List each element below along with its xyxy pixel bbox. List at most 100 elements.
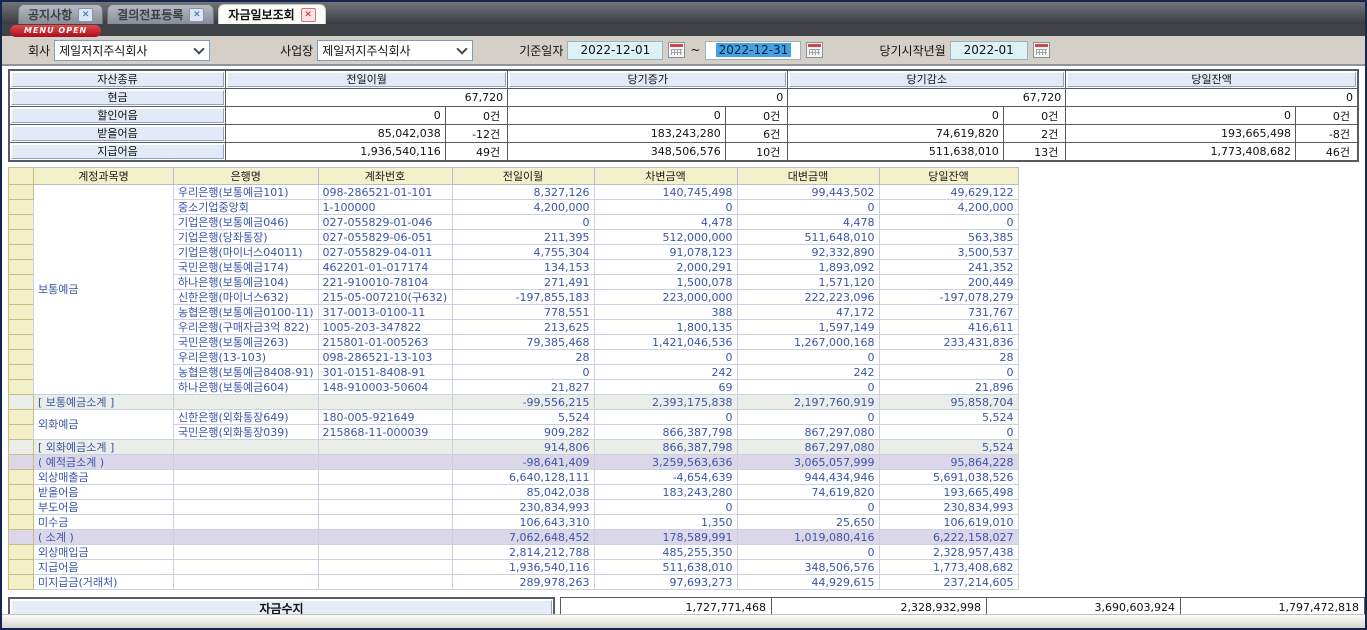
amount-cell: 0 xyxy=(594,200,737,215)
row-selector-cell[interactable] xyxy=(9,245,34,260)
amount-cell: 5,524 xyxy=(879,440,1018,455)
summary-count-cell: -12건 xyxy=(445,125,507,143)
amount-cell: 4,478 xyxy=(737,215,879,230)
amount-cell: 74,619,820 xyxy=(737,485,879,500)
detail-header: 전일이월 xyxy=(452,168,594,185)
tab-결의전표등록[interactable]: 결의전표등록✕ xyxy=(107,4,214,24)
row-selector-cell[interactable] xyxy=(9,395,34,410)
row-selector-cell[interactable] xyxy=(9,485,34,500)
row-selector-cell[interactable] xyxy=(9,410,34,425)
bank-name-cell: 농협은행(보통예금0100-11) xyxy=(174,305,319,320)
summary-amount-cell: 0 xyxy=(508,89,788,107)
detail-section: 계정과목명은행명계좌번호전일이월차변금액대변금액당일잔액보통예금우리은행(보통예… xyxy=(8,167,1365,590)
row-selector-cell[interactable] xyxy=(9,380,34,395)
bank-name-cell: 농협은행(보통예금8408-91) xyxy=(174,365,319,380)
row-selector-cell[interactable] xyxy=(9,215,34,230)
account-number-cell: 301-0151-8408-91 xyxy=(318,365,452,380)
amount-cell: 4,200,000 xyxy=(452,200,594,215)
bank-name-cell: 우리은행(13-103) xyxy=(174,350,319,365)
row-selector-cell[interactable] xyxy=(9,230,34,245)
row-selector-cell[interactable] xyxy=(9,365,34,380)
amount-cell: 241,352 xyxy=(879,260,1018,275)
account-number-cell: 221-910010-78104 xyxy=(318,275,452,290)
row-selector-cell[interactable] xyxy=(9,455,34,470)
empty-cell xyxy=(318,470,452,485)
account-number-cell: 027-055829-06-051 xyxy=(318,230,452,245)
bank-name-cell: 우리은행(구매자금3억 822) xyxy=(174,320,319,335)
tab-close-icon[interactable]: ✕ xyxy=(189,8,204,22)
calendar-icon[interactable] xyxy=(806,42,823,58)
summary-row-label: 현금 xyxy=(9,89,226,107)
row-selector-cell[interactable] xyxy=(9,545,34,560)
row-selector-cell[interactable] xyxy=(9,260,34,275)
date-to-input[interactable]: 2022-12-31 xyxy=(705,41,801,60)
chevron-down-icon xyxy=(457,43,468,54)
tab-close-icon[interactable]: ✕ xyxy=(78,8,93,22)
tab-label: 자금일보조회 xyxy=(228,6,294,23)
row-selector-cell[interactable] xyxy=(9,575,34,590)
empty-cell xyxy=(318,575,452,590)
date-from-input[interactable]: 2022-12-01 xyxy=(567,41,663,60)
row-selector-header xyxy=(9,168,34,185)
summary-header: 당일잔액 xyxy=(1066,70,1358,89)
account-number-cell: 1005-203-347822 xyxy=(318,320,452,335)
amount-cell: 1,350 xyxy=(594,515,737,530)
company-select[interactable]: 제일저지주식회사 xyxy=(54,40,210,61)
amount-cell: 69 xyxy=(594,380,737,395)
amount-cell: 211,395 xyxy=(452,230,594,245)
row-selector-cell[interactable] xyxy=(9,560,34,575)
row-selector-cell[interactable] xyxy=(9,320,34,335)
menu-open-button[interactable]: MENU OPEN xyxy=(10,25,101,37)
summary-header: 자산종류 xyxy=(9,70,226,89)
row-selector-cell[interactable] xyxy=(9,335,34,350)
table-row: [ 외화예금소계 ]914,806866,387,798867,297,0805… xyxy=(9,440,1019,455)
bank-name-cell: 우리은행(보통예금101) xyxy=(174,185,319,200)
row-label-cell: 지급어음 xyxy=(34,560,174,575)
calendar-icon[interactable] xyxy=(668,42,685,58)
amount-cell: 3,065,057,999 xyxy=(737,455,879,470)
row-selector-cell[interactable] xyxy=(9,470,34,485)
amount-cell: 0 xyxy=(452,215,594,230)
amount-cell: 1,800,135 xyxy=(594,320,737,335)
row-selector-cell[interactable] xyxy=(9,530,34,545)
summary-amount-cell: 67,720 xyxy=(226,89,508,107)
tab-close-icon[interactable]: ✕ xyxy=(301,8,316,22)
row-selector-cell[interactable] xyxy=(9,500,34,515)
amount-cell: 85,042,038 xyxy=(452,485,594,500)
row-selector-cell[interactable] xyxy=(9,275,34,290)
bank-name-cell: 신한은행(외화통장649) xyxy=(174,410,319,425)
row-selector-cell[interactable] xyxy=(9,425,34,440)
row-label-cell: 부도어음 xyxy=(34,500,174,515)
row-selector-cell[interactable] xyxy=(9,185,34,200)
row-selector-cell[interactable] xyxy=(9,200,34,215)
site-select[interactable]: 제일저지주식회사 xyxy=(317,40,473,61)
bank-name-cell: 중소기업중앙회 xyxy=(174,200,319,215)
row-selector-cell[interactable] xyxy=(9,350,34,365)
table-row: 보통예금우리은행(보통예금101)098-286521-01-1018,327,… xyxy=(9,185,1019,200)
amount-cell: 28 xyxy=(452,350,594,365)
amount-cell: 1,421,046,536 xyxy=(594,335,737,350)
empty-cell xyxy=(318,515,452,530)
account-number-cell: 215801-01-005263 xyxy=(318,335,452,350)
row-selector-cell[interactable] xyxy=(9,440,34,455)
summary-amount-cell: 1,773,408,682 xyxy=(1066,143,1296,162)
period-start-input[interactable]: 2022-01 xyxy=(950,41,1028,60)
tab-자금일보조회[interactable]: 자금일보조회 ✕ xyxy=(218,4,325,24)
amount-cell: 213,625 xyxy=(452,320,594,335)
amount-cell: 91,078,123 xyxy=(594,245,737,260)
summary-count-cell: 0건 xyxy=(1295,107,1358,125)
row-selector-cell[interactable] xyxy=(9,290,34,305)
row-selector-cell[interactable] xyxy=(9,515,34,530)
amount-cell: -98,641,409 xyxy=(452,455,594,470)
amount-cell: 233,431,836 xyxy=(879,335,1018,350)
amount-cell: 0 xyxy=(879,365,1018,380)
empty-cell xyxy=(174,545,319,560)
calendar-icon[interactable] xyxy=(1033,42,1050,58)
tab-공지사항[interactable]: 공지사항✕ xyxy=(18,4,103,24)
table-row: 외상매입금2,814,212,788485,255,35002,328,957,… xyxy=(9,545,1019,560)
amount-cell: 3,500,537 xyxy=(879,245,1018,260)
amount-cell: 6,640,128,111 xyxy=(452,470,594,485)
row-selector-cell[interactable] xyxy=(9,305,34,320)
amount-cell: 5,524 xyxy=(879,410,1018,425)
summary-header: 당기감소 xyxy=(788,70,1066,89)
